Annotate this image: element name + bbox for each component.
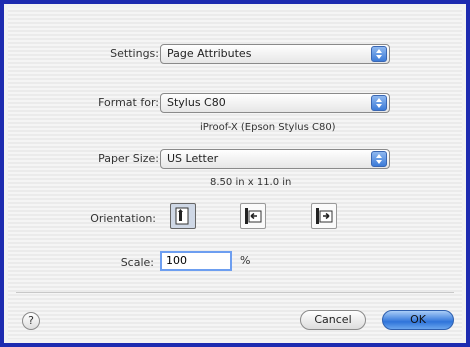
format-for-label: Format for: [98, 96, 159, 109]
paper-size-popup[interactable]: US Letter [160, 149, 390, 169]
paper-size-value: US Letter [167, 152, 219, 165]
portrait-orientation-icon [175, 207, 189, 225]
landscape-right-orientation-icon [316, 208, 333, 224]
orientation-portrait-button[interactable] [170, 203, 196, 229]
help-button[interactable]: ? [22, 312, 40, 330]
scale-label: Scale: [120, 256, 154, 269]
popup-arrows-icon [371, 151, 387, 167]
settings-value: Page Attributes [167, 47, 252, 60]
orientation-landscape-right-button[interactable] [311, 203, 337, 229]
cancel-button[interactable]: Cancel [300, 310, 366, 330]
format-for-popup[interactable]: Stylus C80 [160, 93, 390, 113]
scale-unit: % [240, 254, 251, 267]
printer-description: iProof-X (Epson Stylus C80) [200, 122, 336, 133]
popup-arrows-icon [371, 46, 387, 62]
scale-input[interactable]: 100 [160, 251, 232, 271]
ok-button[interactable]: OK [382, 310, 454, 330]
settings-label: Settings: [110, 47, 159, 60]
landscape-left-orientation-icon [245, 208, 262, 224]
paper-size-label: Paper Size: [98, 152, 159, 165]
paper-dimensions: 8.50 in x 11.0 in [210, 177, 292, 188]
orientation-label: Orientation: [90, 212, 156, 225]
format-for-value: Stylus C80 [167, 96, 226, 109]
popup-arrows-icon [371, 95, 387, 111]
settings-popup[interactable]: Page Attributes [160, 44, 390, 64]
divider [16, 292, 454, 293]
page-setup-dialog: Settings: Page Attributes Format for: St… [0, 0, 470, 347]
orientation-landscape-left-button[interactable] [240, 203, 266, 229]
